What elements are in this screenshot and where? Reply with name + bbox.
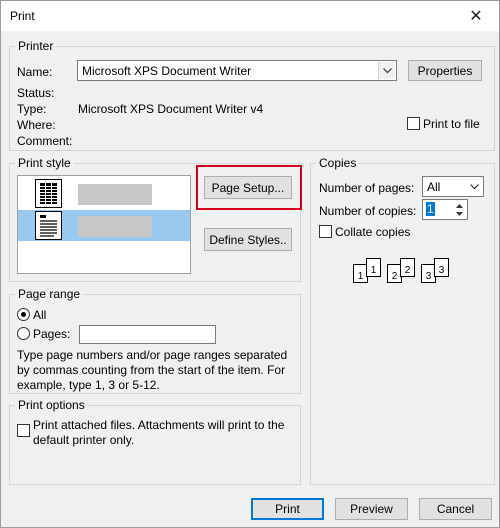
chevron-down-icon[interactable] bbox=[378, 62, 395, 79]
memo-style-icon bbox=[35, 211, 62, 240]
define-styles-button[interactable]: Define Styles.. bbox=[204, 228, 292, 251]
print-style-name-redacted bbox=[78, 216, 152, 237]
pages-input[interactable] bbox=[79, 325, 216, 344]
title-bar: Print ✕ bbox=[1, 1, 499, 31]
print-options-group-label: Print options bbox=[15, 398, 88, 412]
print-style-item-selected[interactable] bbox=[18, 210, 190, 241]
pages-radio[interactable] bbox=[17, 327, 30, 340]
number-of-pages-select[interactable]: All bbox=[422, 176, 484, 197]
pages-label[interactable]: Pages: bbox=[33, 327, 70, 341]
page-range-help-text: Type page numbers and/or page ranges sep… bbox=[17, 348, 288, 392]
where-label: Where: bbox=[17, 118, 56, 132]
comment-label: Comment: bbox=[17, 134, 73, 148]
table-style-icon bbox=[35, 179, 62, 208]
print-style-name-redacted bbox=[78, 184, 152, 205]
collate-copies-checkbox[interactable] bbox=[319, 225, 332, 238]
close-icon[interactable]: ✕ bbox=[453, 1, 499, 31]
cancel-button[interactable]: Cancel bbox=[419, 498, 492, 520]
type-value: Microsoft XPS Document Writer v4 bbox=[78, 102, 264, 116]
collate-sheet: 1 bbox=[366, 258, 381, 277]
printer-name-select[interactable]: Microsoft XPS Document Writer bbox=[77, 60, 397, 81]
page-range-group-label: Page range bbox=[15, 287, 84, 301]
number-of-copies-stepper[interactable]: 1 bbox=[422, 199, 468, 220]
all-pages-label[interactable]: All bbox=[33, 308, 46, 322]
type-label: Type: bbox=[17, 102, 47, 116]
number-of-pages-value: All bbox=[427, 180, 441, 194]
copies-group-label: Copies bbox=[316, 156, 360, 170]
number-of-copies-label: Number of copies: bbox=[319, 204, 417, 218]
number-of-pages-label: Number of pages: bbox=[319, 181, 415, 195]
number-of-copies-value: 1 bbox=[426, 202, 435, 216]
printer-group-label: Printer bbox=[15, 39, 57, 53]
chevron-down-icon[interactable] bbox=[466, 178, 482, 195]
status-label: Status: bbox=[17, 86, 55, 100]
page-setup-highlight bbox=[196, 165, 302, 210]
print-to-file-label[interactable]: Print to file bbox=[423, 117, 480, 131]
stepper-down-icon[interactable] bbox=[453, 209, 466, 218]
print-attached-files-label[interactable]: Print attached files. Attachments will p… bbox=[33, 418, 291, 448]
print-style-item[interactable] bbox=[18, 178, 190, 209]
printer-name-value: Microsoft XPS Document Writer bbox=[82, 64, 252, 78]
print-style-list[interactable] bbox=[17, 175, 191, 274]
print-button[interactable]: Print bbox=[251, 498, 324, 520]
properties-button[interactable]: Properties bbox=[408, 60, 482, 81]
collate-copies-label[interactable]: Collate copies bbox=[335, 225, 410, 239]
preview-button[interactable]: Preview bbox=[335, 498, 408, 520]
collate-sheet: 3 bbox=[434, 258, 449, 277]
collate-sheet: 2 bbox=[400, 258, 415, 277]
name-label: Name: bbox=[17, 65, 53, 79]
print-to-file-checkbox[interactable] bbox=[407, 117, 420, 130]
print-attached-files-checkbox[interactable] bbox=[17, 424, 30, 437]
all-pages-radio[interactable] bbox=[17, 308, 30, 321]
dialog-title: Print bbox=[10, 9, 35, 23]
print-dialog: Print ✕ Printer Name: Microsoft XPS Docu… bbox=[0, 0, 500, 528]
print-style-group-label: Print style bbox=[15, 156, 74, 170]
